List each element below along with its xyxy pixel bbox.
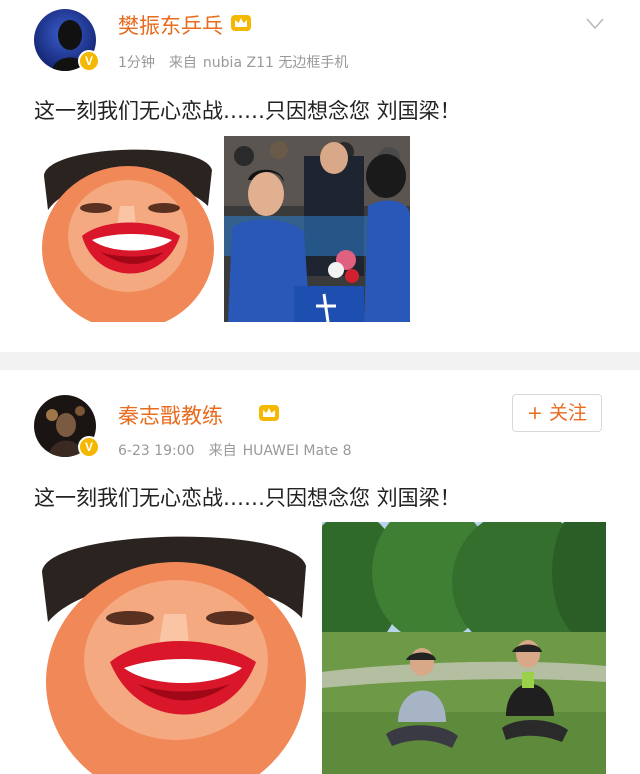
park-photo[interactable] <box>322 522 606 774</box>
post-meta: 6-23 19:00 来自 HUAWEI Mate 8 <box>118 440 352 460</box>
post-divider <box>0 352 640 370</box>
source-device[interactable]: HUAWEI Mate 8 <box>243 443 352 459</box>
weibo-post-2: V 秦志戬教练 6-23 19:00 来自 HUAWEI Mate 8 + 关注 这… <box>0 370 640 774</box>
username[interactable]: 秦志戬教练 <box>118 400 223 430</box>
username[interactable]: 樊振东乒乓 <box>118 10 223 40</box>
crown-badge-icon <box>231 15 251 31</box>
source-label: 来自 <box>208 443 237 459</box>
post-text: 这一刻我们无心恋战……只因想念您 刘国梁！ <box>34 486 461 510</box>
verified-badge: V <box>78 436 100 458</box>
chevron-down-icon[interactable] <box>586 18 604 30</box>
post-text: 这一刻我们无心恋战……只因想念您 刘国梁！ <box>34 99 461 123</box>
caricature-image[interactable] <box>34 522 314 774</box>
source-device[interactable]: nubia Z11 无边框手机 <box>203 55 348 71</box>
source-label: 来自 <box>168 55 197 71</box>
follow-button[interactable]: + 关注 <box>512 394 602 432</box>
caricature-image[interactable] <box>34 136 218 322</box>
crown-badge-icon <box>259 405 279 421</box>
verified-badge: V <box>78 50 100 72</box>
post-time: 6-23 19:00 <box>118 443 195 459</box>
weibo-post-1: V 樊振东乒乓 1分钟 来自 nubia Z11 无边框手机 这一刻我们无心恋战……… <box>0 0 640 352</box>
ceremony-photo[interactable] <box>224 136 410 322</box>
post-meta: 1分钟 来自 nubia Z11 无边框手机 <box>118 52 348 72</box>
post-time: 1分钟 <box>118 55 155 71</box>
